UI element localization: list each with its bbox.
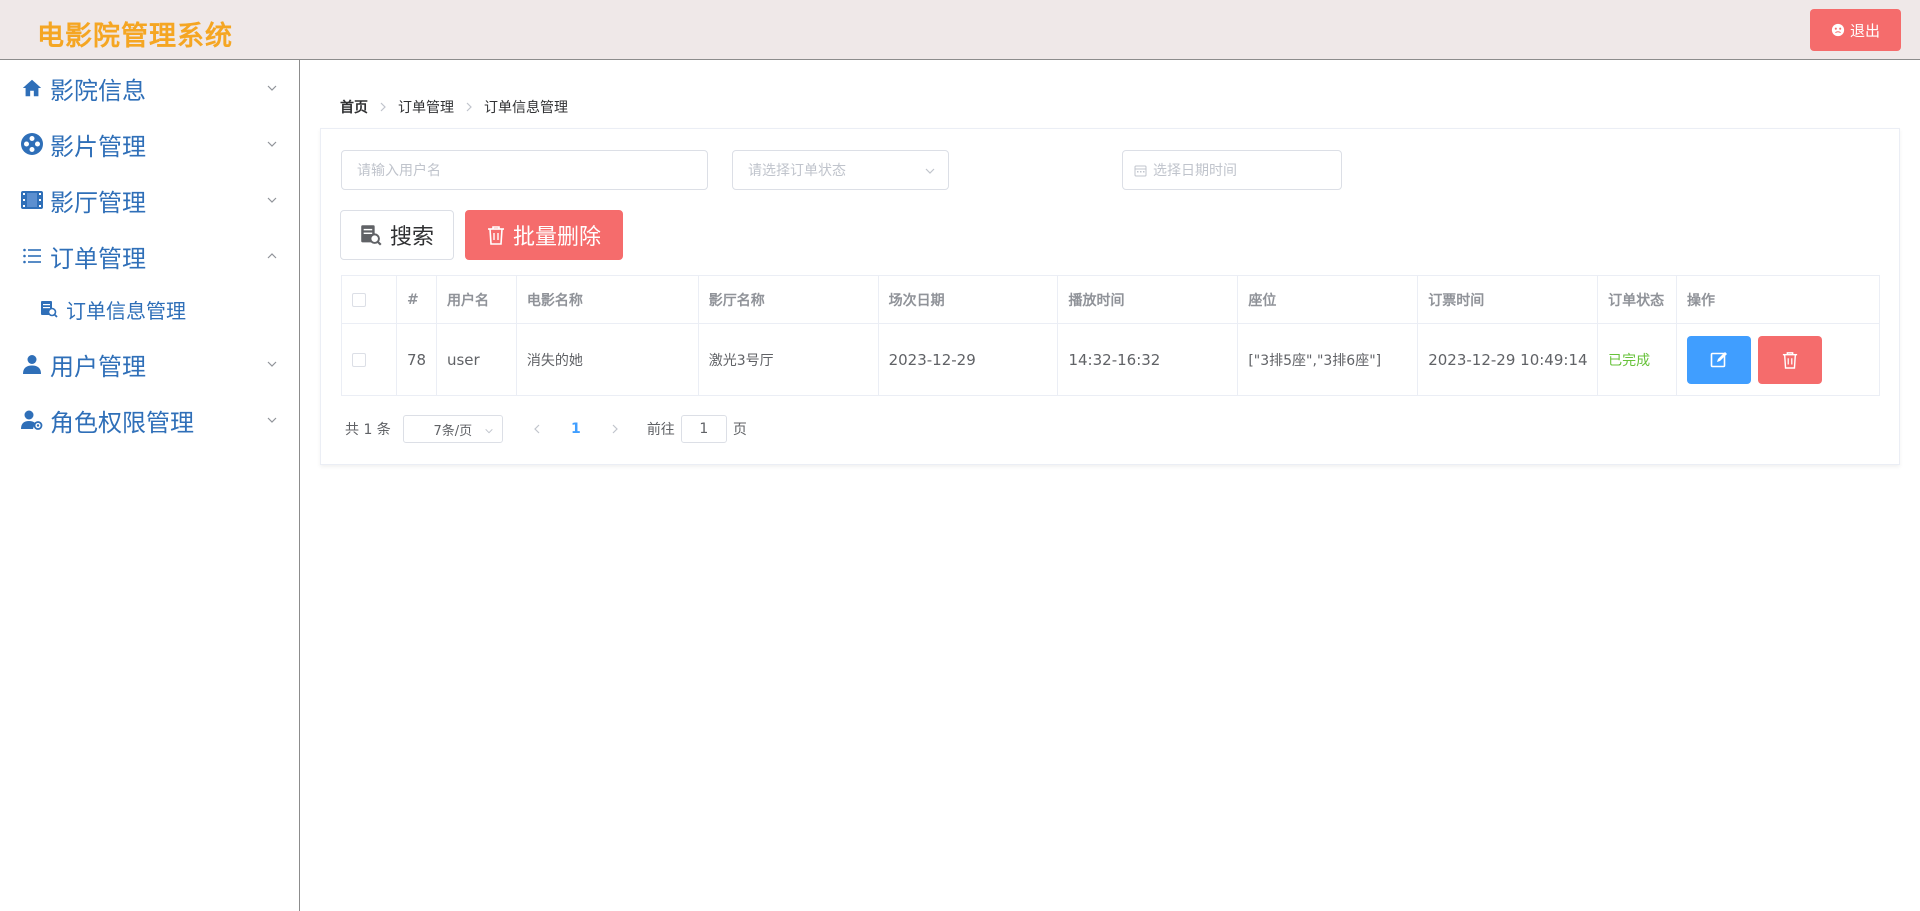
select-all-checkbox[interactable] [352,292,366,307]
cell-seats: ["3排5座","3排6座"] [1237,323,1419,396]
chevron-right-icon [380,102,386,112]
chevron-right-icon [466,102,472,112]
goto-suffix: 页 [732,422,747,438]
row-checkbox[interactable] [352,353,366,367]
prev-page-button[interactable] [523,415,551,443]
column-header: 操作 [1676,275,1880,324]
logout-button[interactable]: 退出 [1810,9,1901,51]
sidebar-item-users[interactable]: 用户管理 [0,340,299,388]
username-placeholder: 请输入用户名 [357,163,441,179]
chevron-down-icon [267,141,277,147]
trash-icon [1782,351,1798,369]
cell-movie: 消失的她 [515,323,699,396]
batch-delete-label: 批量删除 [512,225,601,250]
user-settings-icon [20,408,44,432]
cell-actions [1676,323,1880,396]
breadcrumb: 首页 订单管理 订单信息管理 [340,97,568,117]
cell-date: 2023-12-29 [877,323,1059,396]
sidebar-item-label: 角色权限管理 [50,408,194,437]
row-select-cell [341,323,397,396]
chevron-down-icon [267,197,277,203]
sidebar-item-cinema-info[interactable]: 影院信息 [0,64,299,112]
cell-booked-at: 2023-12-29 10:49:14 [1417,323,1599,396]
home-icon [20,76,44,100]
calendar-icon [1134,165,1147,177]
chevron-down-icon [925,168,935,174]
datetime-picker[interactable]: 选择日期时间 [1122,150,1342,190]
column-header: 场次日期 [877,275,1059,324]
batch-delete-button[interactable]: 批量删除 [465,210,623,260]
column-header: 用户名 [435,275,517,324]
status-badge: 已完成 [1608,352,1651,369]
column-header: 座位 [1237,275,1419,324]
user-icon [20,352,44,376]
cell-username: user [435,323,517,396]
pagination-total: 共 1 条 [345,422,391,438]
edit-button[interactable] [1687,335,1752,384]
film-reel-icon [20,132,44,156]
cell-time: 14:32-16:32 [1057,323,1239,396]
document-search-icon [361,225,382,246]
goto-prefix: 前往 [646,422,675,438]
delete-button[interactable] [1758,335,1823,384]
sidebar-item-label: 影片管理 [50,132,146,161]
order-status-select[interactable]: 请选择订单状态 [732,150,949,190]
search-button[interactable]: 搜索 [340,210,454,260]
chevron-right-icon [612,424,618,434]
breadcrumb-orders: 订单管理 [398,100,454,116]
breadcrumb-order-info: 订单信息管理 [484,100,568,116]
sidebar-item-label: 影院信息 [50,76,146,105]
sidebar-item-label: 订单管理 [50,244,146,273]
cell-status: 已完成 [1597,323,1678,396]
column-header: 影厅名称 [697,275,879,324]
chevron-down-icon [267,361,277,367]
page-number-button[interactable]: 1 [561,415,591,443]
username-search-input[interactable]: 请输入用户名 [341,150,708,190]
pagination: 共 1 条 7条/页 1 前往 1 页 [345,415,747,443]
sidebar-item-halls[interactable]: 影厅管理 [0,176,299,224]
sidebar-item-movies[interactable]: 影片管理 [0,120,299,168]
column-header: # [395,275,437,324]
sidebar-item-label: 影厅管理 [50,188,146,217]
table-row: 78 user 消失的她 激光3号厅 2023-12-29 14:32-16:3… [341,323,1880,396]
document-search-icon [40,300,58,318]
breadcrumb-home[interactable]: 首页 [340,97,368,117]
column-header: 订票时间 [1417,275,1599,324]
sidebar: 影院信息 影片管理 影厅管理 订单管理 订单信息管理 用户管理 角色权限管理 [0,60,300,911]
cell-id: 78 [395,323,437,396]
top-header: 电影院管理系统 退出 [0,0,1920,60]
chevron-down-icon [267,85,277,91]
chevron-left-icon [533,424,540,434]
next-page-button[interactable] [601,415,629,443]
trash-icon [487,226,504,245]
logout-label: 退出 [1849,21,1880,40]
logout-icon [1831,23,1845,37]
edit-icon [1710,351,1728,367]
column-header: 订单状态 [1597,275,1678,324]
chevron-down-icon [267,417,277,423]
sidebar-subitem-label: 订单信息管理 [66,298,186,323]
goto-page: 前往 1 页 [647,415,747,443]
select-all-cell [341,275,397,324]
cell-hall: 激光3号厅 [697,323,879,396]
sidebar-item-orders[interactable]: 订单管理 [0,232,299,280]
film-strip-icon [20,188,44,212]
goto-page-input[interactable]: 1 [680,415,727,443]
chevron-down-icon [485,428,493,434]
app-title: 电影院管理系统 [37,21,233,52]
column-header: 电影名称 [515,275,699,324]
status-placeholder: 请选择订单状态 [748,163,846,179]
sidebar-item-roles[interactable]: 角色权限管理 [0,396,299,444]
sidebar-item-label: 用户管理 [50,352,146,381]
page-size-select[interactable]: 7条/页 [402,415,503,443]
list-icon [20,244,44,268]
search-label: 搜索 [389,225,434,250]
chevron-up-icon [267,253,277,259]
column-header: 播放时间 [1057,275,1239,324]
table-header-row: # 用户名 电影名称 影厅名称 场次日期 播放时间 座位 订票时间 订单状态 操… [341,275,1880,324]
sidebar-subitem-order-info[interactable]: 订单信息管理 [0,287,299,331]
orders-table: # 用户名 电影名称 影厅名称 场次日期 播放时间 座位 订票时间 订单状态 操… [341,275,1880,396]
page-size-value: 7条/页 [433,423,473,439]
